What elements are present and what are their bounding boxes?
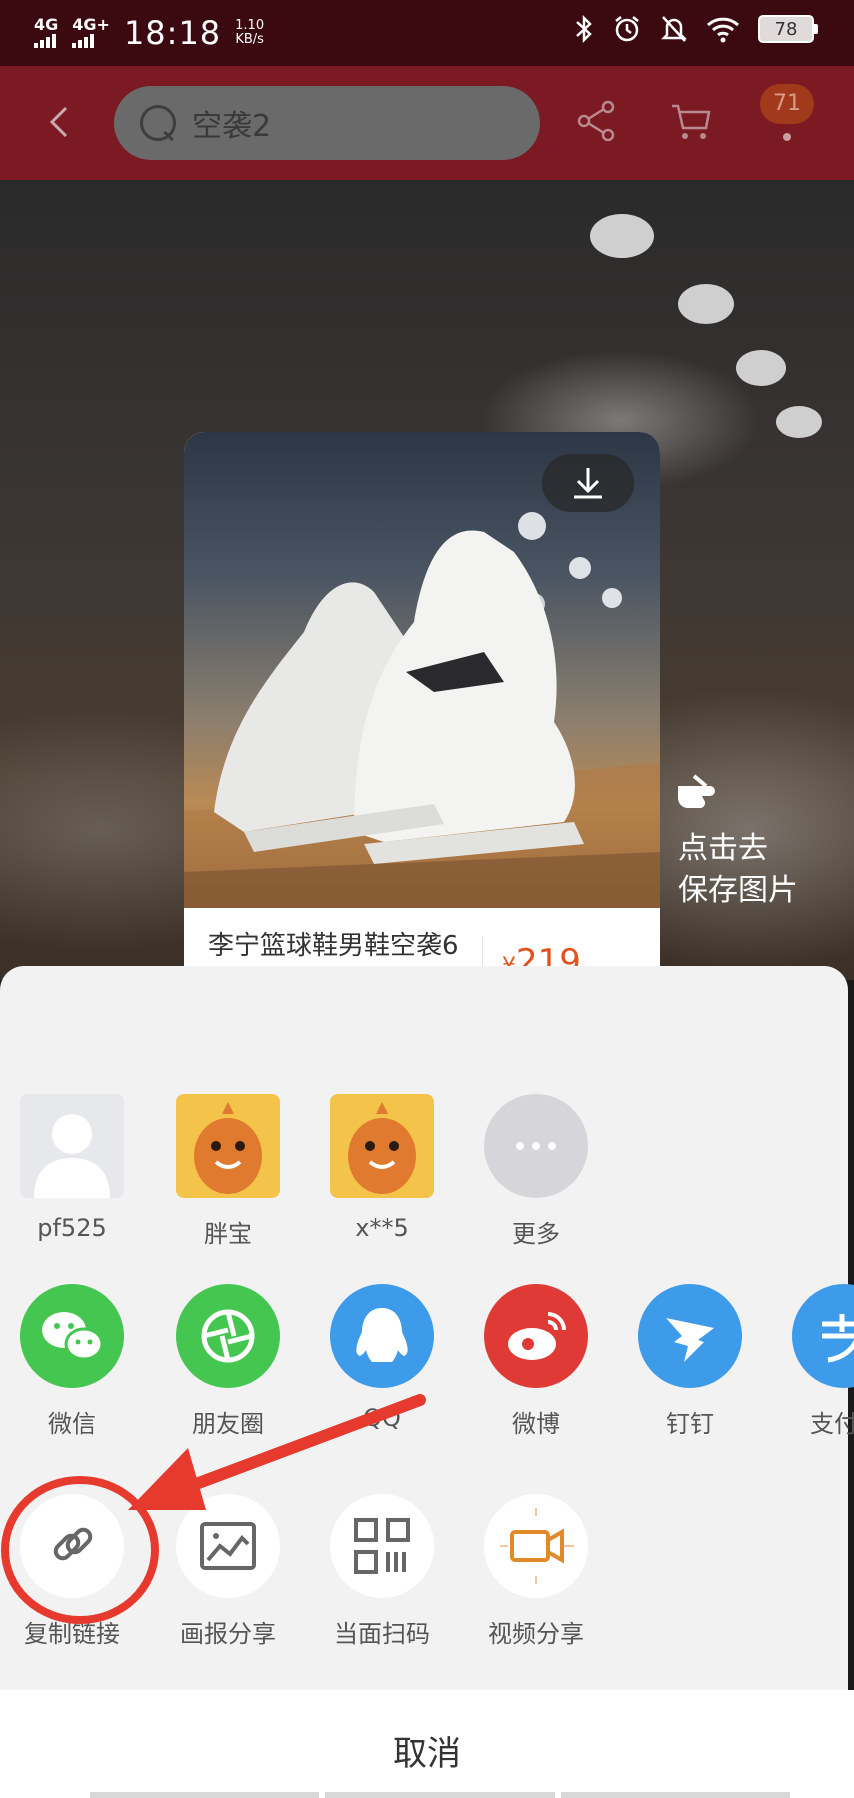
pointing-hand-icon <box>678 774 715 808</box>
video-icon <box>484 1494 588 1598</box>
poster-icon <box>176 1494 280 1598</box>
signal-4g-plus: 4G+ <box>72 15 110 48</box>
more-icon <box>484 1094 588 1198</box>
share-label: 支付 <box>810 1410 854 1438</box>
contact-x5[interactable]: x**5 <box>330 1094 434 1242</box>
more-label: 更多 <box>512 1220 560 1248</box>
save-image-hint[interactable]: 点击去 保存图片 <box>678 770 798 912</box>
save-hint-line1: 点击去 <box>678 831 768 866</box>
battery-icon: 78 <box>758 15 818 43</box>
share-wechat[interactable]: 微信 <box>20 1284 124 1439</box>
network-type: 4G <box>34 15 59 34</box>
cart-icon[interactable] <box>668 98 714 144</box>
share-label: QQ <box>363 1404 401 1432</box>
clock: 18:18 <box>123 14 222 52</box>
signal-icon <box>72 34 95 48</box>
face-scan-button[interactable]: 当面扫码 <box>330 1494 434 1649</box>
alipay-icon <box>792 1284 854 1388</box>
qr-code-icon <box>330 1494 434 1598</box>
search-input[interactable]: 空袭2 <box>114 86 540 160</box>
more-contacts-button[interactable]: 更多 <box>484 1094 588 1249</box>
contact-pf525[interactable]: pf525 <box>20 1094 124 1242</box>
mascot-avatar-icon <box>176 1094 280 1198</box>
share-label: 钉钉 <box>666 1410 714 1438</box>
product-image <box>184 432 660 908</box>
poster-share-button[interactable]: 画报分享 <box>176 1494 280 1649</box>
bluetooth-icon <box>576 14 592 44</box>
share-moments[interactable]: 朋友圈 <box>176 1284 280 1439</box>
speed-unit: KB/s <box>235 32 264 47</box>
share-poster-card[interactable]: 李宁篮球鞋男鞋空袭6青龙5韦德之道7… ¥219 <box>184 432 660 1020</box>
save-hint-line2: 保存图片 <box>678 873 798 908</box>
weibo-icon <box>484 1284 588 1388</box>
share-label: 微信 <box>48 1410 96 1438</box>
share-label: 朋友圈 <box>192 1410 264 1438</box>
wifi-icon <box>706 17 740 43</box>
notification-dot <box>783 133 791 141</box>
download-button[interactable] <box>542 454 634 512</box>
battery-level: 78 <box>774 18 798 40</box>
share-alipay[interactable]: 支付 <box>792 1284 854 1439</box>
signal-icon <box>34 34 56 48</box>
action-label: 复制链接 <box>24 1620 120 1648</box>
mute-icon <box>660 16 688 42</box>
video-share-button[interactable]: 视频分享 <box>484 1494 588 1649</box>
share-label: 微博 <box>512 1410 560 1438</box>
cancel-button[interactable]: 取消 <box>0 1690 854 1798</box>
top-bar: 空袭2 71 <box>0 66 854 180</box>
share-weibo[interactable]: 微博 <box>484 1284 588 1439</box>
moments-icon <box>176 1284 280 1388</box>
speed-value: 1.10 <box>235 18 265 33</box>
share-icon[interactable] <box>574 98 620 144</box>
contact-pangbao[interactable]: 胖宝 <box>176 1094 280 1249</box>
search-icon <box>140 105 176 141</box>
link-icon <box>20 1494 124 1598</box>
status-bar: 4G 4G+ 18:18 1.10 KB/s 78 <box>0 0 854 66</box>
action-label: 当面扫码 <box>334 1620 430 1648</box>
dingtalk-icon <box>638 1284 742 1388</box>
qq-icon <box>330 1284 434 1388</box>
cancel-label: 取消 <box>393 1734 461 1774</box>
contact-label: 胖宝 <box>204 1220 252 1248</box>
signal-4g: 4G <box>34 15 59 48</box>
wechat-icon <box>20 1284 124 1388</box>
action-label: 视频分享 <box>488 1620 584 1648</box>
copy-link-button[interactable]: 复制链接 <box>20 1494 124 1649</box>
contact-label: x**5 <box>355 1214 409 1242</box>
download-icon <box>574 468 602 499</box>
search-query: 空袭2 <box>192 109 272 144</box>
share-dingtalk[interactable]: 钉钉 <box>638 1284 742 1439</box>
contact-label: pf525 <box>37 1214 107 1242</box>
mascot-avatar-icon <box>330 1094 434 1198</box>
action-label: 画报分享 <box>180 1620 276 1648</box>
bottom-edge <box>90 1792 790 1798</box>
back-icon[interactable] <box>40 102 80 142</box>
share-qq[interactable]: QQ <box>330 1284 434 1432</box>
user-avatar-icon <box>20 1094 124 1198</box>
cart-badge[interactable]: 71 <box>760 84 814 124</box>
alarm-icon <box>615 16 639 42</box>
network-speed: 1.10 KB/s <box>235 19 264 47</box>
network-type: 4G+ <box>72 15 110 34</box>
